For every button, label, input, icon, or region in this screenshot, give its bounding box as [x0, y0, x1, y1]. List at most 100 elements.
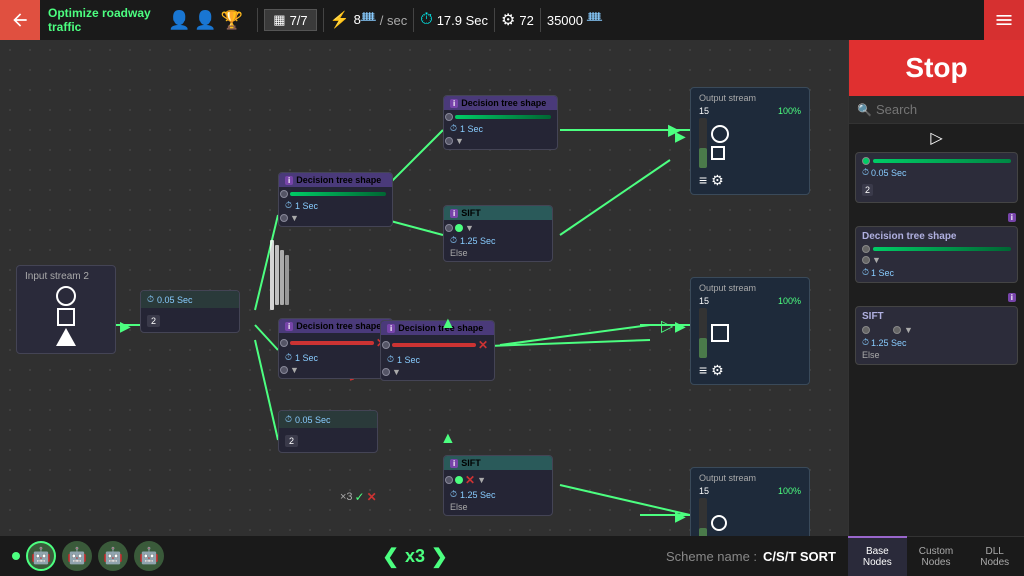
- port-in-3: [280, 339, 288, 347]
- port-in-sift1: [445, 224, 453, 232]
- sift1-arrow: ▼: [465, 223, 474, 233]
- dec-tree-1[interactable]: i Decision tree shape ⏱ 1 Sec ▼: [278, 172, 393, 227]
- input-stream-label: Input stream 2: [25, 271, 107, 282]
- stat-currency: 35000 ᚙ: [547, 12, 602, 28]
- tab-dll-nodes[interactable]: DLL Nodes: [965, 536, 1024, 576]
- shape-circle: [56, 286, 76, 306]
- achievement-icons: 👤 👤 🏆: [160, 10, 251, 31]
- tab-dll-label: DLL: [986, 546, 1004, 557]
- separator1: [257, 8, 258, 32]
- out3-pct: 100%: [778, 486, 801, 496]
- chevron-left[interactable]: ❮: [382, 544, 399, 569]
- clock-icon-dec3: ⏱: [387, 354, 394, 365]
- dec-tree-3[interactable]: i Decision tree shape ✕ ⏱ 1 Sec ▼: [380, 320, 495, 381]
- out1-pct: 100%: [778, 106, 801, 116]
- clock-icon-sift2: ⏱: [450, 489, 457, 500]
- speed-icon: ⚡: [330, 10, 350, 30]
- clock-icon-dec1: ⏱: [285, 200, 292, 211]
- panel-proc-time-val: 0.05 Sec: [871, 168, 907, 178]
- canvas-area[interactable]: Input stream 2 ▶ ⏱ 0.05 Sec 2 i Decision…: [0, 40, 848, 536]
- out2-content: 15 100% ≡ ⚙: [699, 296, 801, 379]
- output-stream-1[interactable]: Output stream 15 100% ≡: [690, 87, 810, 195]
- port-in-8: [445, 137, 453, 145]
- search-box[interactable]: 🔍: [849, 96, 1024, 124]
- stop-button[interactable]: Stop: [849, 40, 1024, 96]
- dec-tree-4-body: ⏱ 1 Sec ▼: [444, 110, 557, 149]
- out1-slider-fill: [699, 148, 707, 168]
- port-in-7: [445, 113, 453, 121]
- tab-custom-nodes[interactable]: Custom Nodes: [907, 536, 966, 576]
- settings-icon-2: ⚙: [711, 362, 724, 379]
- search-input[interactable]: [876, 102, 1016, 117]
- chevron-right[interactable]: ❯: [431, 544, 448, 569]
- back-button[interactable]: [0, 0, 40, 40]
- panel-proc-num-badge: 2: [862, 184, 873, 196]
- green-bar-4: [455, 115, 551, 119]
- out3-content: 15 100% ≡ ⚙: [699, 486, 801, 536]
- dec2-time: 1 Sec: [295, 353, 318, 363]
- layers-icon-2: ≡: [699, 362, 707, 379]
- proc-timer-row: ⏱ 0.05 Sec: [147, 294, 233, 305]
- port-in-sift2: [445, 476, 453, 484]
- sift-node-2[interactable]: i SIFT ✕ ▼ ⏱ 1.25 Sec Else: [443, 455, 553, 516]
- panel-sift-else: Else: [862, 350, 1011, 360]
- scheme-name: C/S/T SORT: [763, 549, 836, 564]
- tab-custom-label2: Nodes: [922, 557, 951, 568]
- red-bar-dec2: [290, 341, 374, 345]
- counter-badge: ▦ 7/7: [264, 9, 316, 31]
- multiplier-val: x3: [405, 546, 425, 567]
- sift-2-header: i SIFT: [444, 456, 552, 470]
- separator5: [540, 8, 541, 32]
- panel-proc-time: ⏱ 0.05 Sec: [862, 167, 1011, 178]
- sift-1-title: SIFT: [461, 208, 481, 218]
- person-icon: 👤: [168, 10, 190, 31]
- proc-node-2[interactable]: ⏱ 0.05 Sec 2: [278, 410, 378, 453]
- dec-tree-4[interactable]: i Decision tree shape ⏱ 1 Sec ▼: [443, 95, 558, 150]
- dec-tree-2[interactable]: i Decision tree shape ✕ ⏱ 1 Sec ▼: [278, 318, 393, 379]
- speed-val: 8ᚙ: [354, 12, 376, 28]
- out2-slider-fill: [699, 338, 707, 358]
- tab-base-label2: Nodes: [863, 557, 892, 568]
- search-icon: 🔍: [857, 103, 872, 117]
- panel-sift-node[interactable]: SIFT ▼ ⏱ 1.25 Sec Else: [855, 306, 1018, 365]
- panel-sift-clock: ⏱: [862, 337, 869, 348]
- shape-triangle: [56, 328, 76, 346]
- bottombar: 🤖 🤖 🤖 🤖 ❮ x3 ❯ Scheme name : C/S/T SORT: [0, 536, 848, 576]
- i-badge-sift2: i: [450, 459, 458, 468]
- bot-avatar-2[interactable]: 🤖: [62, 541, 92, 571]
- port-in-1: [280, 190, 288, 198]
- currency-icon: ᚙ: [587, 12, 602, 28]
- out1-slider: [699, 118, 707, 168]
- input-stream-node[interactable]: Input stream 2: [16, 265, 116, 354]
- proc-node-1[interactable]: ⏱ 0.05 Sec 2: [140, 290, 240, 333]
- counter-value: 7/7: [290, 13, 308, 28]
- sift-1-header: i SIFT: [444, 206, 552, 220]
- bottom-tabs: Base Nodes Custom Nodes DLL Nodes: [848, 536, 1024, 576]
- bot-avatar-3[interactable]: 🤖: [98, 541, 128, 571]
- separator4: [494, 8, 495, 32]
- output-stream-2[interactable]: Output stream 15 100% ≡ ⚙: [690, 277, 810, 385]
- panel-sift-time-val: 1.25 Sec: [871, 338, 907, 348]
- out1-bottom-icons: ≡ ⚙: [699, 172, 801, 189]
- out2-shape-square: [711, 324, 729, 342]
- out1-title: Output stream: [699, 93, 801, 103]
- sift-node-1[interactable]: i SIFT ▼ ⏱ 1.25 Sec Else: [443, 205, 553, 262]
- out3-play-arrow: ▶: [675, 508, 686, 525]
- panel-proc-node[interactable]: ⏱ 0.05 Sec 2: [855, 152, 1018, 203]
- panel-sift-time: ⏱ 1.25 Sec: [862, 337, 1011, 348]
- dec-tree-1-body: ⏱ 1 Sec ▼: [279, 187, 392, 226]
- bot-avatar-4[interactable]: 🤖: [134, 541, 164, 571]
- proc1-time: 0.05 Sec: [157, 295, 193, 305]
- trophy-icon: 🏆: [221, 10, 243, 31]
- red-corner-button[interactable]: [984, 0, 1024, 40]
- sift1-time: 1.25 Sec: [460, 236, 496, 246]
- panel-dec-time: ⏱ 1 Sec: [862, 267, 1011, 278]
- person-icon2: 👤: [194, 10, 216, 31]
- out3-title: Output stream: [699, 473, 801, 483]
- bot-avatar-1[interactable]: 🤖: [26, 541, 56, 571]
- panel-dec-node[interactable]: Decision tree shape ▼ ⏱ 1 Sec: [855, 226, 1018, 283]
- output-stream-3[interactable]: Output stream 15 100% ≡ ⚙: [690, 467, 810, 536]
- port-in-4: [280, 366, 288, 374]
- tab-base-nodes[interactable]: Base Nodes: [848, 536, 907, 576]
- proc2-timer-row: ⏱ 0.05 Sec: [285, 414, 371, 425]
